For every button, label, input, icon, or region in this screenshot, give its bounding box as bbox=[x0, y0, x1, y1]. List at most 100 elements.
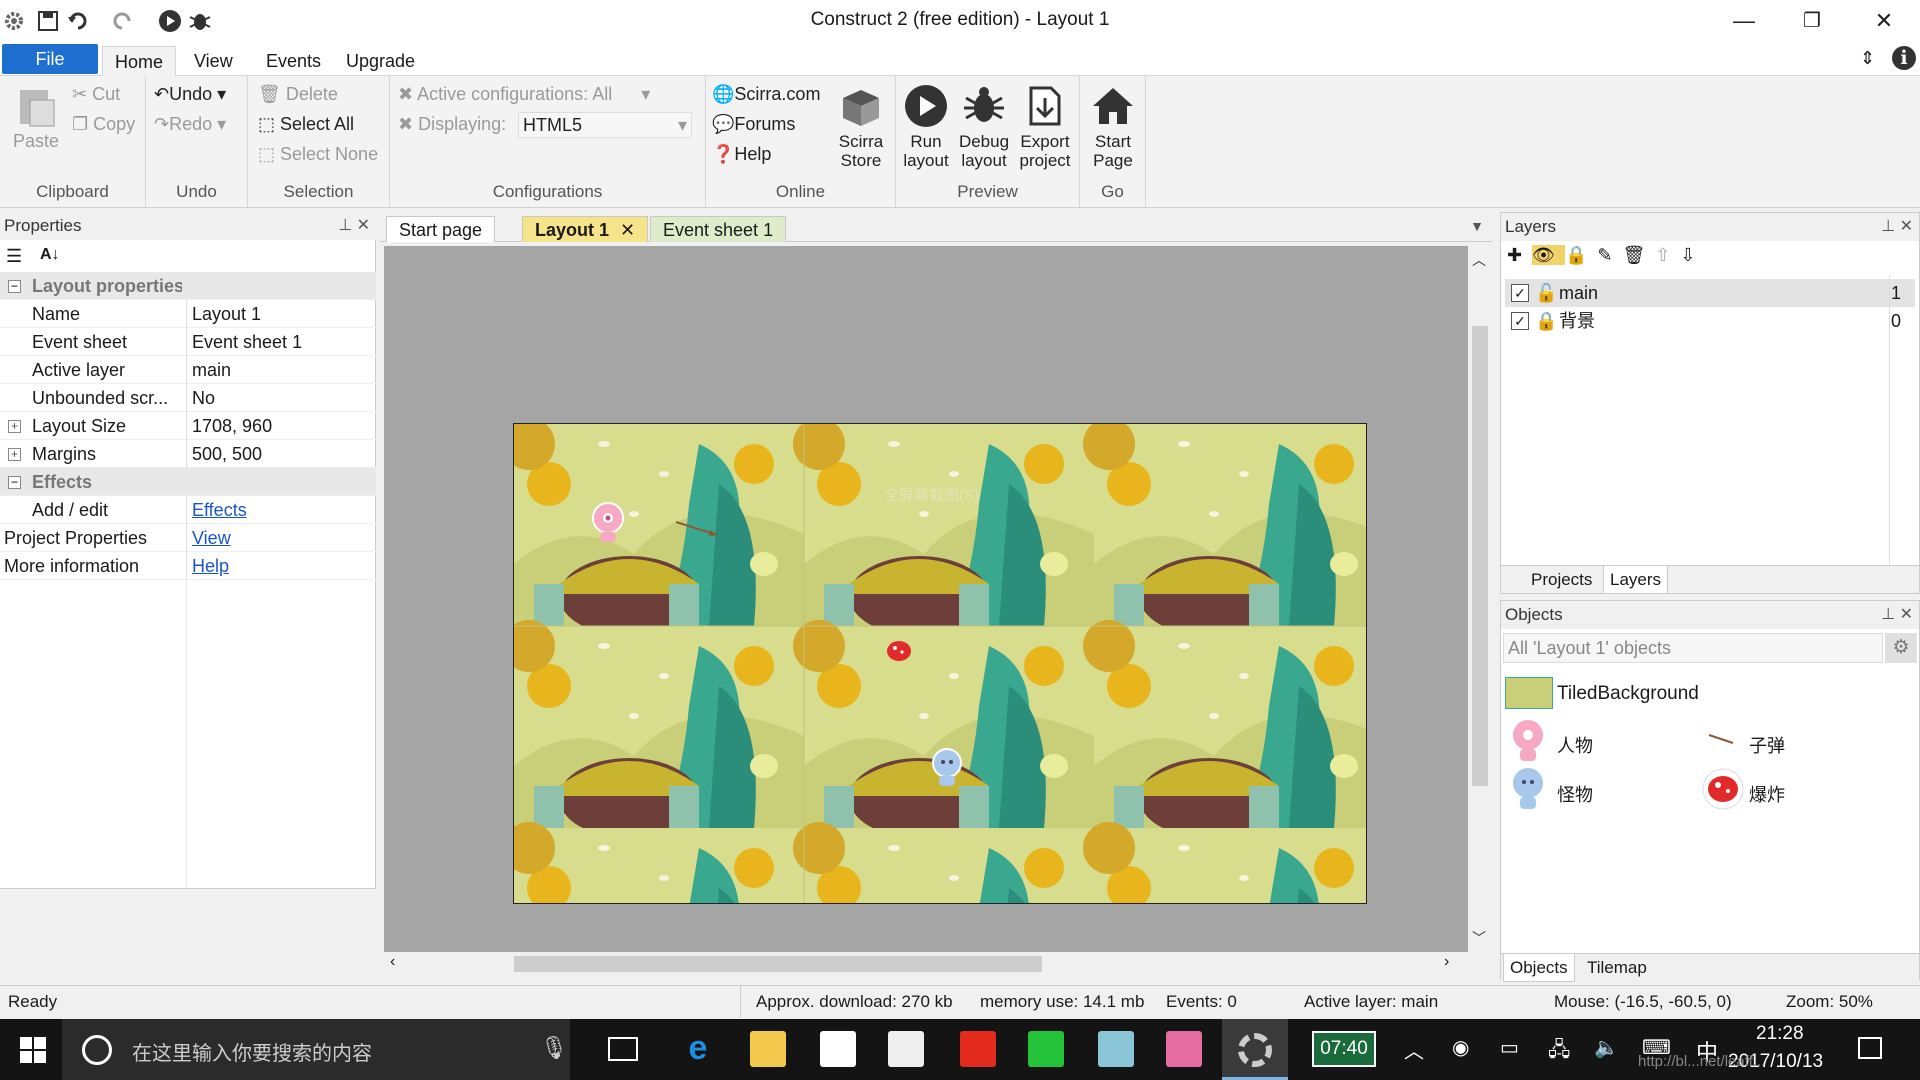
object-filter[interactable]: All 'Layout 1' objects bbox=[1503, 633, 1883, 663]
vertical-scrollbar[interactable]: ︿ ﹀ bbox=[1468, 246, 1492, 952]
notes-icon[interactable] bbox=[1098, 1031, 1134, 1067]
bullet-sprite[interactable] bbox=[674, 518, 720, 544]
monster-sprite[interactable] bbox=[930, 748, 964, 794]
tab-tilemap[interactable]: Tilemap bbox=[1581, 954, 1653, 982]
scroll-up-icon[interactable]: ︿ bbox=[1472, 250, 1486, 270]
select-all-button[interactable]: ⬚ Select All bbox=[258, 114, 354, 135]
property-row[interactable]: + Layout Size 1708, 960 bbox=[0, 412, 376, 440]
tab-events[interactable]: Events bbox=[254, 46, 333, 76]
effects-link[interactable]: Effects bbox=[192, 496, 247, 524]
windows-start-icon[interactable] bbox=[20, 1037, 46, 1069]
export-project-button[interactable]: Export project bbox=[1014, 84, 1076, 170]
delete-layer-icon[interactable]: 🗑 bbox=[1622, 245, 1655, 265]
bilibili-icon[interactable] bbox=[1166, 1031, 1202, 1067]
iqiyi-icon[interactable] bbox=[1028, 1031, 1064, 1067]
layer-visible-checkbox[interactable]: ✓ bbox=[1511, 312, 1529, 330]
property-row[interactable]: Unbounded scr... No bbox=[0, 384, 376, 412]
tab-view[interactable]: View bbox=[182, 46, 245, 76]
property-category[interactable]: − Layout properties bbox=[0, 272, 376, 300]
edit-icon[interactable]: ✎ bbox=[1597, 245, 1622, 265]
object-tiledbackground[interactable]: TiledBackground bbox=[1557, 683, 1699, 705]
view-link[interactable]: View bbox=[192, 524, 231, 552]
battery-icon[interactable]: ▭ bbox=[1500, 1035, 1519, 1060]
close-button[interactable]: ✕ bbox=[1856, 6, 1912, 36]
property-row[interactable]: + Margins 500, 500 bbox=[0, 440, 376, 468]
panel-pin-close-icon[interactable]: ⊥ ✕ bbox=[338, 212, 370, 240]
vertical-scroll-thumb[interactable] bbox=[1472, 326, 1488, 786]
layout-viewport[interactable]: 全屏幕截图(S) bbox=[513, 423, 1367, 904]
notification-icon[interactable] bbox=[1858, 1037, 1882, 1059]
add-layer-icon[interactable]: ✚ bbox=[1507, 245, 1532, 265]
start-page-button[interactable]: Start Page bbox=[1084, 84, 1142, 170]
select-none-button[interactable]: ⬚ Select None bbox=[258, 144, 378, 165]
volume-icon[interactable]: 🔈 bbox=[1594, 1035, 1619, 1060]
scirra-link[interactable]: 🌐Scirra.com bbox=[712, 84, 820, 105]
player-sprite[interactable] bbox=[590, 502, 626, 552]
forums-link[interactable]: 💬Forums bbox=[712, 114, 795, 135]
panel-pin-close-icon[interactable]: ⊥ ✕ bbox=[1881, 213, 1913, 241]
tab-layout-1[interactable]: Layout 1 ✕ bbox=[522, 216, 649, 242]
active-configurations-dropdown[interactable]: ✖ Active configurations: All ▾ bbox=[398, 84, 650, 105]
object-explosion[interactable]: 爆炸 bbox=[1749, 781, 1785, 807]
move-up-icon[interactable]: ⇧ bbox=[1655, 245, 1680, 265]
scirra-store-button[interactable]: Scirra Store bbox=[832, 84, 890, 170]
object-bullet[interactable]: 子弹 bbox=[1749, 732, 1785, 758]
show-hidden-icons[interactable]: ︿ bbox=[1404, 1035, 1424, 1064]
tab-event-sheet-1[interactable]: Event sheet 1 bbox=[650, 216, 787, 242]
task-view-icon[interactable] bbox=[608, 1037, 638, 1061]
paste-button[interactable]: Paste bbox=[8, 84, 64, 151]
lock-icon[interactable]: 🔒 bbox=[1565, 245, 1597, 265]
ribbon-collapse-icon[interactable]: ⇕ bbox=[1860, 48, 1875, 69]
unlock-icon[interactable]: 🔓 bbox=[1535, 279, 1557, 307]
close-tab-icon[interactable]: ✕ bbox=[620, 220, 635, 240]
tab-home[interactable]: Home bbox=[102, 46, 177, 79]
layer-row-background[interactable]: ✓ 🔒 背景 0 bbox=[1505, 307, 1915, 335]
horizontal-scrollbar[interactable]: ‹ › bbox=[384, 952, 1468, 976]
record-icon[interactable]: ◉ bbox=[1452, 1035, 1469, 1060]
layer-visible-checkbox[interactable]: ✓ bbox=[1511, 284, 1529, 302]
tab-start-page[interactable]: Start page bbox=[386, 216, 496, 242]
redo-button[interactable]: ↷Redo ▾ bbox=[154, 114, 226, 135]
tab-file[interactable]: File bbox=[2, 44, 98, 74]
scroll-down-icon[interactable]: ﹀ bbox=[1472, 928, 1486, 948]
mail-icon[interactable] bbox=[888, 1031, 924, 1067]
tab-upgrade[interactable]: Upgrade bbox=[334, 46, 427, 76]
cut-button[interactable]: ✂ Cut bbox=[72, 84, 120, 105]
sort-categorized-icon[interactable]: ☰ bbox=[6, 246, 22, 267]
taskbar-search[interactable]: 在这里输入你要搜索的内容 🎙 bbox=[62, 1019, 570, 1080]
property-row[interactable]: Active layer main bbox=[0, 356, 376, 384]
scroll-right-icon[interactable]: › bbox=[1444, 953, 1449, 971]
run-layout-button[interactable]: Run layout bbox=[898, 84, 954, 170]
move-down-icon[interactable]: ⇩ bbox=[1680, 245, 1705, 265]
info-icon[interactable]: i bbox=[1892, 46, 1916, 70]
panel-pin-close-icon[interactable]: ⊥ ✕ bbox=[1881, 601, 1913, 629]
edge-icon[interactable]: e bbox=[680, 1031, 716, 1067]
microphone-icon[interactable]: 🎙 bbox=[540, 1035, 568, 1061]
network-icon[interactable]: 🖧 bbox=[1548, 1035, 1570, 1069]
minimize-button[interactable]: — bbox=[1716, 6, 1772, 36]
property-row[interactable]: More information Help bbox=[0, 552, 376, 580]
object-monster[interactable]: 怪物 bbox=[1557, 781, 1593, 807]
copy-button[interactable]: ❐ Copy bbox=[72, 114, 135, 135]
debug-layout-button[interactable]: Debug layout bbox=[954, 84, 1014, 170]
explosion-sprite[interactable] bbox=[886, 640, 912, 668]
object-player[interactable]: 人物 bbox=[1557, 732, 1593, 758]
clock-app[interactable]: 07:40 bbox=[1312, 1031, 1376, 1067]
delete-button[interactable]: 🗑 Delete bbox=[258, 84, 338, 105]
construct2-taskbar-button[interactable] bbox=[1222, 1019, 1288, 1080]
scroll-left-icon[interactable]: ‹ bbox=[390, 953, 395, 971]
visibility-icon[interactable]: 👁 bbox=[1532, 245, 1565, 265]
help-link[interactable]: ❓Help bbox=[712, 144, 771, 165]
tabs-dropdown-icon[interactable]: ▼ bbox=[1470, 218, 1484, 234]
filter-settings-icon[interactable]: ⚙ bbox=[1885, 633, 1917, 663]
property-row[interactable]: Add / edit Effects bbox=[0, 496, 376, 524]
tab-layers[interactable]: Layers bbox=[1603, 566, 1669, 594]
restore-button[interactable]: ❐ bbox=[1784, 6, 1840, 36]
property-category[interactable]: − Effects bbox=[0, 468, 376, 496]
property-row[interactable]: Event sheet Event sheet 1 bbox=[0, 328, 376, 356]
property-row[interactable]: Name Layout 1 bbox=[0, 300, 376, 328]
undo-button[interactable]: ↶Undo ▾ bbox=[154, 84, 226, 105]
sort-alpha-icon[interactable]: A↓ bbox=[40, 246, 60, 264]
lock-icon[interactable]: 🔒 bbox=[1535, 307, 1557, 335]
taskbar-time[interactable]: 21:28 bbox=[1756, 1023, 1804, 1045]
